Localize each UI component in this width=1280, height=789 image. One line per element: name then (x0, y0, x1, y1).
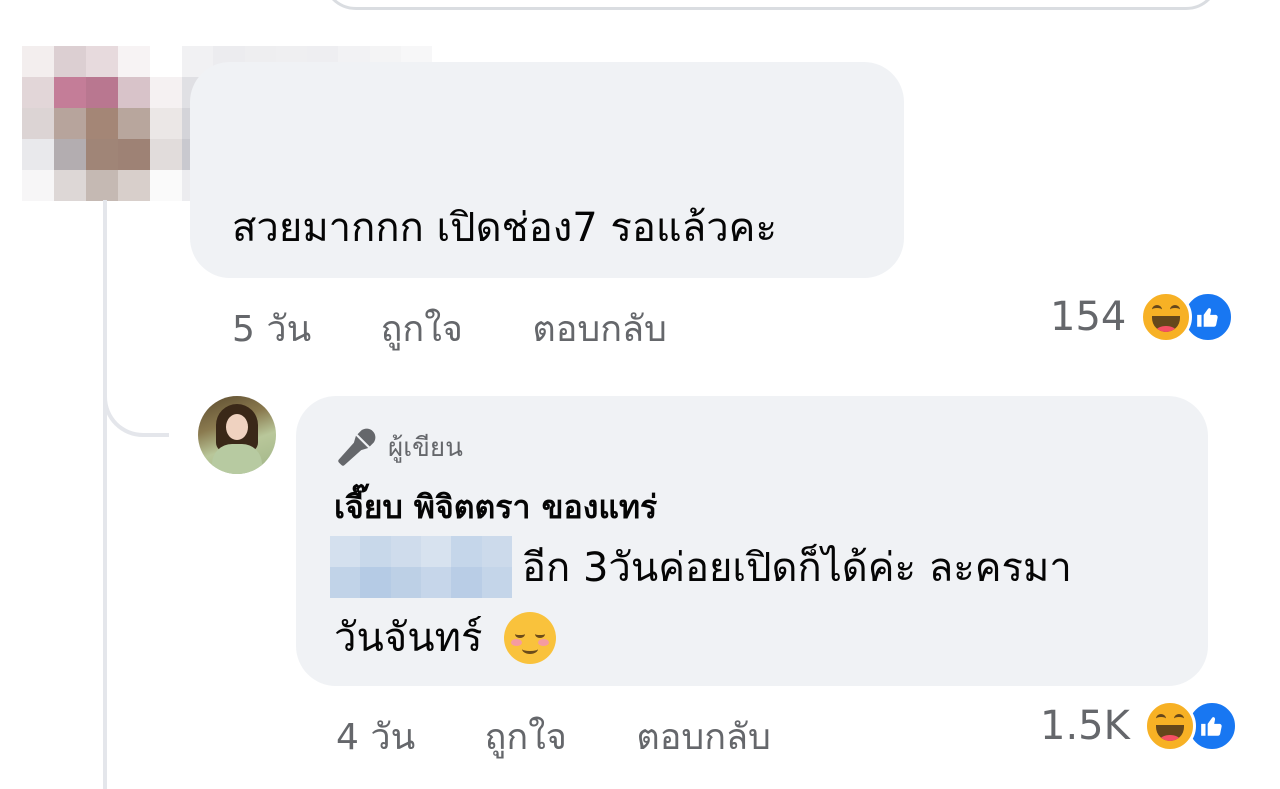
comment-reactions[interactable]: 154 (1050, 291, 1235, 343)
reply-bubble: ผู้เขียน เจี๊ยบ พิจิตตรา ของแทร่ อีก 3วั… (296, 396, 1208, 686)
haha-icon (1143, 700, 1196, 752)
reply-text-line2: วันจันทร์ (334, 615, 483, 661)
previous-comment-box (322, 0, 1220, 10)
comment-text: สวยมากกก เปิดช่อง7 รอแล้วคะ (232, 205, 777, 251)
reply-author-name[interactable]: เจี๊ยบ พิจิตตรา ของแทร่ (334, 482, 657, 533)
comment-thread: สวยมากกก เปิดช่อง7 รอแล้วคะ 5 วัน ถูกใจ … (0, 0, 1280, 789)
tagged-name-blurred[interactable] (330, 536, 512, 598)
reply-actions: 4 วัน ถูกใจ ตอบกลับ (336, 708, 829, 765)
author-avatar[interactable] (198, 396, 276, 474)
reply-text-line1: อีก 3วันค่อยเปิดก็ได้ค่ะ ละครมา (522, 545, 1072, 591)
thread-line (103, 200, 107, 789)
reply-reactions[interactable]: 1.5K (1040, 700, 1238, 752)
comment-timestamp[interactable]: 5 วัน (232, 309, 311, 350)
author-badge: ผู้เขียน (336, 426, 463, 468)
haha-icon (1140, 291, 1193, 343)
reaction-count: 154 (1050, 294, 1127, 340)
commenter-avatar-blurred[interactable] (22, 46, 182, 201)
comment-reply-button[interactable]: ตอบกลับ (532, 309, 667, 350)
reply-reply-button[interactable]: ตอบกลับ (636, 717, 771, 758)
comment-like-button[interactable]: ถูกใจ (381, 309, 463, 350)
thread-connector (103, 330, 169, 437)
comment-bubble: สวยมากกก เปิดช่อง7 รอแล้วคะ (190, 62, 904, 278)
reply-text-line2-row: วันจันทร์ (334, 612, 557, 664)
reaction-count: 1.5K (1040, 703, 1130, 749)
smiling-blush-emoji (504, 612, 557, 664)
author-badge-label: ผู้เขียน (388, 432, 463, 463)
reply-like-button[interactable]: ถูกใจ (485, 717, 567, 758)
microphone-icon (338, 428, 376, 466)
comment-actions: 5 วัน ถูกใจ ตอบกลับ (232, 300, 725, 357)
reply-timestamp[interactable]: 4 วัน (336, 717, 415, 758)
